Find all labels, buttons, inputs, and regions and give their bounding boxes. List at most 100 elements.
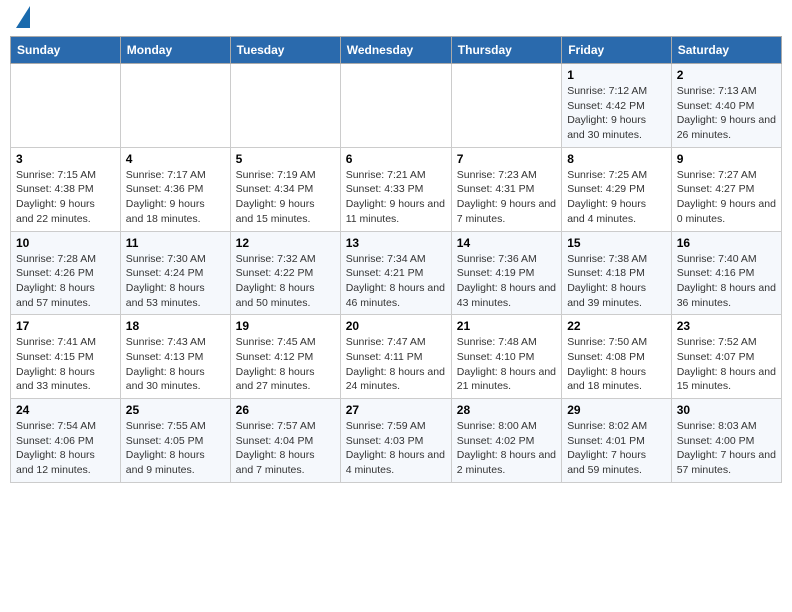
calendar-cell bbox=[451, 64, 561, 148]
day-info: Sunrise: 7:23 AM Sunset: 4:31 PM Dayligh… bbox=[457, 168, 556, 227]
calendar-cell: 15 Sunrise: 7:38 AM Sunset: 4:18 PM Dayli… bbox=[562, 231, 672, 315]
calendar-week-row: 1 Sunrise: 7:12 AM Sunset: 4:42 PM Daylig… bbox=[11, 64, 782, 148]
weekday-header-friday: Friday bbox=[562, 37, 672, 64]
day-info: Sunrise: 7:25 AM Sunset: 4:29 PM Dayligh… bbox=[567, 168, 666, 227]
day-number: 22 bbox=[567, 319, 666, 333]
day-number: 8 bbox=[567, 152, 666, 166]
day-info: Sunrise: 7:57 AM Sunset: 4:04 PM Dayligh… bbox=[236, 419, 335, 478]
day-info: Sunrise: 7:52 AM Sunset: 4:07 PM Dayligh… bbox=[677, 335, 776, 394]
day-info: Sunrise: 7:15 AM Sunset: 4:38 PM Dayligh… bbox=[16, 168, 115, 227]
logo bbox=[14, 10, 30, 28]
day-number: 7 bbox=[457, 152, 556, 166]
day-info: Sunrise: 7:28 AM Sunset: 4:26 PM Dayligh… bbox=[16, 252, 115, 311]
calendar-cell: 26 Sunrise: 7:57 AM Sunset: 4:04 PM Dayli… bbox=[230, 399, 340, 483]
calendar-cell: 18 Sunrise: 7:43 AM Sunset: 4:13 PM Dayli… bbox=[120, 315, 230, 399]
day-number: 18 bbox=[126, 319, 225, 333]
day-info: Sunrise: 7:55 AM Sunset: 4:05 PM Dayligh… bbox=[126, 419, 225, 478]
day-info: Sunrise: 7:43 AM Sunset: 4:13 PM Dayligh… bbox=[126, 335, 225, 394]
calendar-cell: 29Sunrise: 8:02 AM Sunset: 4:01 PM Dayli… bbox=[562, 399, 672, 483]
day-number: 11 bbox=[126, 236, 225, 250]
day-number: 30 bbox=[677, 403, 776, 417]
day-info: Sunrise: 8:03 AM Sunset: 4:00 PM Dayligh… bbox=[677, 419, 776, 478]
weekday-header-saturday: Saturday bbox=[671, 37, 781, 64]
calendar-cell bbox=[120, 64, 230, 148]
day-number: 21 bbox=[457, 319, 556, 333]
weekday-header-thursday: Thursday bbox=[451, 37, 561, 64]
calendar-cell: 7 Sunrise: 7:23 AM Sunset: 4:31 PM Daylig… bbox=[451, 147, 561, 231]
day-number: 10 bbox=[16, 236, 115, 250]
day-info: Sunrise: 7:21 AM Sunset: 4:33 PM Dayligh… bbox=[346, 168, 446, 227]
calendar-cell: 16 Sunrise: 7:40 AM Sunset: 4:16 PM Dayli… bbox=[671, 231, 781, 315]
calendar-cell: 14 Sunrise: 7:36 AM Sunset: 4:19 PM Dayli… bbox=[451, 231, 561, 315]
day-number: 9 bbox=[677, 152, 776, 166]
day-number: 12 bbox=[236, 236, 335, 250]
day-info: Sunrise: 7:34 AM Sunset: 4:21 PM Dayligh… bbox=[346, 252, 446, 311]
day-info: Sunrise: 7:30 AM Sunset: 4:24 PM Dayligh… bbox=[126, 252, 225, 311]
calendar-cell bbox=[11, 64, 121, 148]
day-info: Sunrise: 7:41 AM Sunset: 4:15 PM Dayligh… bbox=[16, 335, 115, 394]
day-number: 26 bbox=[236, 403, 335, 417]
day-number: 1 bbox=[567, 68, 666, 82]
day-info: Sunrise: 7:19 AM Sunset: 4:34 PM Dayligh… bbox=[236, 168, 335, 227]
calendar-cell: 23 Sunrise: 7:52 AM Sunset: 4:07 PM Dayli… bbox=[671, 315, 781, 399]
day-info: Sunrise: 7:47 AM Sunset: 4:11 PM Dayligh… bbox=[346, 335, 446, 394]
calendar-cell: 3 Sunrise: 7:15 AM Sunset: 4:38 PM Daylig… bbox=[11, 147, 121, 231]
day-info: Sunrise: 7:54 AM Sunset: 4:06 PM Dayligh… bbox=[16, 419, 115, 478]
day-info: Sunrise: 7:12 AM Sunset: 4:42 PM Dayligh… bbox=[567, 84, 666, 143]
day-info: Sunrise: 7:59 AM Sunset: 4:03 PM Dayligh… bbox=[346, 419, 446, 478]
day-info: Sunrise: 8:02 AM Sunset: 4:01 PM Dayligh… bbox=[567, 419, 666, 478]
day-info: Sunrise: 7:40 AM Sunset: 4:16 PM Dayligh… bbox=[677, 252, 776, 311]
day-number: 19 bbox=[236, 319, 335, 333]
calendar-table: SundayMondayTuesdayWednesdayThursdayFrid… bbox=[10, 36, 782, 483]
calendar-cell: 11 Sunrise: 7:30 AM Sunset: 4:24 PM Dayli… bbox=[120, 231, 230, 315]
calendar-cell: 24 Sunrise: 7:54 AM Sunset: 4:06 PM Dayli… bbox=[11, 399, 121, 483]
day-number: 2 bbox=[677, 68, 776, 82]
day-number: 3 bbox=[16, 152, 115, 166]
day-info: Sunrise: 8:00 AM Sunset: 4:02 PM Dayligh… bbox=[457, 419, 556, 478]
calendar-cell bbox=[340, 64, 451, 148]
day-number: 17 bbox=[16, 319, 115, 333]
day-info: Sunrise: 7:45 AM Sunset: 4:12 PM Dayligh… bbox=[236, 335, 335, 394]
calendar-week-row: 24 Sunrise: 7:54 AM Sunset: 4:06 PM Dayli… bbox=[11, 399, 782, 483]
weekday-header-tuesday: Tuesday bbox=[230, 37, 340, 64]
day-number: 4 bbox=[126, 152, 225, 166]
calendar-cell: 6 Sunrise: 7:21 AM Sunset: 4:33 PM Daylig… bbox=[340, 147, 451, 231]
calendar-cell: 13Sunrise: 7:34 AM Sunset: 4:21 PM Dayli… bbox=[340, 231, 451, 315]
calendar-cell: 9 Sunrise: 7:27 AM Sunset: 4:27 PM Daylig… bbox=[671, 147, 781, 231]
day-info: Sunrise: 7:27 AM Sunset: 4:27 PM Dayligh… bbox=[677, 168, 776, 227]
calendar-cell bbox=[230, 64, 340, 148]
calendar-header-row: SundayMondayTuesdayWednesdayThursdayFrid… bbox=[11, 37, 782, 64]
day-info: Sunrise: 7:50 AM Sunset: 4:08 PM Dayligh… bbox=[567, 335, 666, 394]
calendar-cell: 19 Sunrise: 7:45 AM Sunset: 4:12 PM Dayli… bbox=[230, 315, 340, 399]
calendar-cell: 22 Sunrise: 7:50 AM Sunset: 4:08 PM Dayli… bbox=[562, 315, 672, 399]
calendar-cell: 8 Sunrise: 7:25 AM Sunset: 4:29 PM Daylig… bbox=[562, 147, 672, 231]
day-number: 25 bbox=[126, 403, 225, 417]
day-info: Sunrise: 7:17 AM Sunset: 4:36 PM Dayligh… bbox=[126, 168, 225, 227]
day-number: 24 bbox=[16, 403, 115, 417]
day-number: 15 bbox=[567, 236, 666, 250]
day-number: 16 bbox=[677, 236, 776, 250]
calendar-cell: 21 Sunrise: 7:48 AM Sunset: 4:10 PM Dayli… bbox=[451, 315, 561, 399]
day-info: Sunrise: 7:36 AM Sunset: 4:19 PM Dayligh… bbox=[457, 252, 556, 311]
calendar-cell: 27 Sunrise: 7:59 AM Sunset: 4:03 PM Dayli… bbox=[340, 399, 451, 483]
day-info: Sunrise: 7:38 AM Sunset: 4:18 PM Dayligh… bbox=[567, 252, 666, 311]
calendar-cell: 1 Sunrise: 7:12 AM Sunset: 4:42 PM Daylig… bbox=[562, 64, 672, 148]
calendar-cell: 20 Sunrise: 7:47 AM Sunset: 4:11 PM Dayli… bbox=[340, 315, 451, 399]
day-number: 6 bbox=[346, 152, 446, 166]
day-number: 23 bbox=[677, 319, 776, 333]
day-number: 20 bbox=[346, 319, 446, 333]
day-info: Sunrise: 7:48 AM Sunset: 4:10 PM Dayligh… bbox=[457, 335, 556, 394]
day-number: 28 bbox=[457, 403, 556, 417]
calendar-week-row: 17 Sunrise: 7:41 AM Sunset: 4:15 PM Dayli… bbox=[11, 315, 782, 399]
day-number: 27 bbox=[346, 403, 446, 417]
day-info: Sunrise: 7:32 AM Sunset: 4:22 PM Dayligh… bbox=[236, 252, 335, 311]
calendar-week-row: 3 Sunrise: 7:15 AM Sunset: 4:38 PM Daylig… bbox=[11, 147, 782, 231]
calendar-cell: 28 Sunrise: 8:00 AM Sunset: 4:02 PM Dayli… bbox=[451, 399, 561, 483]
day-number: 14 bbox=[457, 236, 556, 250]
calendar-cell: 10 Sunrise: 7:28 AM Sunset: 4:26 PM Dayli… bbox=[11, 231, 121, 315]
calendar-cell: 30 Sunrise: 8:03 AM Sunset: 4:00 PM Dayli… bbox=[671, 399, 781, 483]
weekday-header-wednesday: Wednesday bbox=[340, 37, 451, 64]
day-info: Sunrise: 7:13 AM Sunset: 4:40 PM Dayligh… bbox=[677, 84, 776, 143]
calendar-week-row: 10 Sunrise: 7:28 AM Sunset: 4:26 PM Dayli… bbox=[11, 231, 782, 315]
page-header bbox=[10, 10, 782, 28]
